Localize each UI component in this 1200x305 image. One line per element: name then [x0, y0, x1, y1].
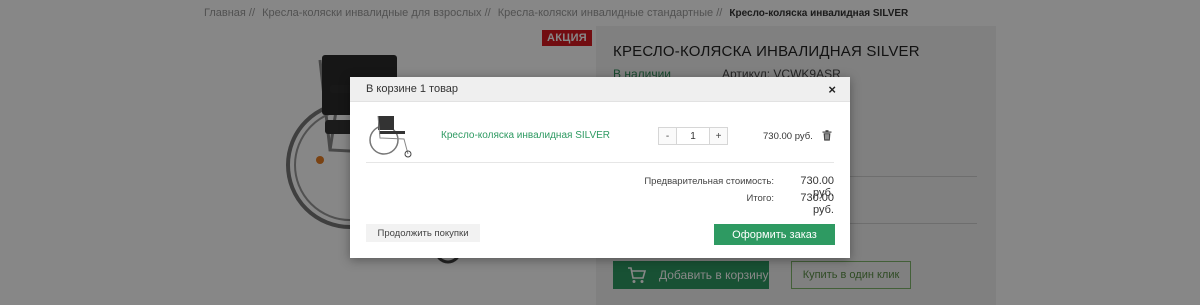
cart-modal: В корзине 1 товар × Кресло-коляска инвал… — [350, 77, 850, 258]
total-label: Итого: — [746, 193, 774, 204]
quantity-input[interactable]: 1 — [677, 127, 709, 145]
continue-shopping-button[interactable]: Продолжить покупки — [366, 224, 480, 242]
modal-header: В корзине 1 товар × — [350, 77, 850, 102]
cart-totals: Предварительная стоимость: 730.00 руб. И… — [644, 175, 834, 216]
trash-icon[interactable] — [822, 130, 832, 141]
quantity-minus-button[interactable]: - — [658, 127, 677, 145]
cart-item-price: 730.00 руб. — [763, 131, 813, 142]
total-value: 730.00 руб. — [800, 192, 834, 216]
close-icon[interactable]: × — [828, 82, 836, 97]
cart-item-row: Кресло-коляска инвалидная SILVER - 1 + 7… — [366, 110, 834, 163]
quantity-plus-button[interactable]: + — [709, 127, 728, 145]
modal-title: В корзине 1 товар — [366, 83, 459, 95]
cart-item-name-link[interactable]: Кресло-коляска инвалидная SILVER — [441, 130, 610, 141]
cart-item-thumbnail[interactable] — [366, 112, 418, 158]
subtotal-label: Предварительная стоимость: — [644, 176, 774, 187]
quantity-stepper: - 1 + — [658, 127, 728, 145]
checkout-button[interactable]: Оформить заказ — [714, 224, 835, 245]
